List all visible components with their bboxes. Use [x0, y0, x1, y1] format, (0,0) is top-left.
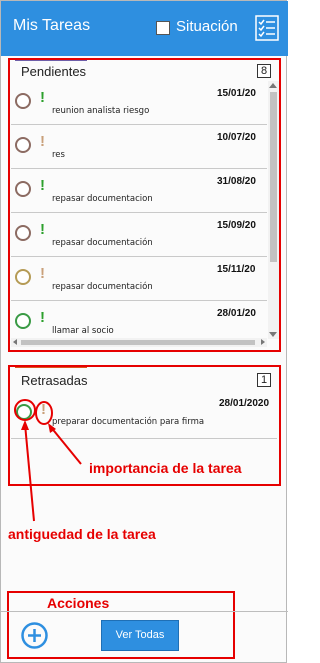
- app-window: Mis Tareas Situación Pendientes 8 ! 15/0…: [0, 0, 288, 663]
- task-text: repasar documentación: [52, 238, 153, 248]
- task-text: repasar documentacion: [52, 194, 153, 204]
- task-age-circle[interactable]: [16, 404, 32, 420]
- checklist-icon[interactable]: [255, 15, 279, 41]
- pendientes-title: Pendientes: [21, 64, 87, 79]
- task-text: repasar documentación: [52, 282, 153, 292]
- task-row[interactable]: ! 31/08/20 repasar documentacion: [11, 169, 267, 213]
- plus-circle-icon[interactable]: [21, 622, 48, 649]
- footer-divider: [1, 611, 288, 612]
- retrasadas-title: Retrasadas: [21, 373, 88, 388]
- view-all-button[interactable]: Ver Todas: [101, 620, 179, 651]
- task-date: 28/01/2020: [219, 398, 270, 409]
- task-text: res: [52, 150, 65, 160]
- task-date: 28/01/20: [217, 308, 256, 319]
- scroll-right-arrow-icon[interactable]: [261, 339, 265, 345]
- scroll-thumb[interactable]: [21, 340, 255, 345]
- task-text: reunion analista riesgo: [52, 106, 150, 116]
- task-date: 10/07/20: [217, 132, 256, 143]
- task-row[interactable]: ! 15/01/20 reunion analista riesgo: [11, 81, 267, 125]
- task-text: preparar documentación para firma: [52, 417, 205, 427]
- pendientes-vertical-scrollbar[interactable]: [268, 81, 279, 339]
- importance-icon: !: [40, 177, 45, 194]
- task-age-circle[interactable]: [15, 93, 31, 109]
- pendientes-list: ! 15/01/20 reunion analista riesgo ! 10/…: [11, 81, 267, 338]
- task-row[interactable]: ! 10/07/20 res: [11, 125, 267, 169]
- task-date: 31/08/20: [217, 176, 256, 187]
- task-row[interactable]: ! 15/11/20 repasar documentación: [11, 257, 267, 301]
- importance-annotation: importancia de la tarea: [89, 460, 242, 476]
- actions-annotation: Acciones: [47, 595, 110, 611]
- page-title: Mis Tareas: [13, 17, 91, 34]
- importance-icon: !: [40, 221, 45, 238]
- age-annotation: antiguedad de la tarea: [8, 526, 156, 542]
- task-date: 15/01/20: [217, 88, 256, 99]
- retrasadas-count-badge: 1: [257, 373, 271, 387]
- task-row[interactable]: ! 28/01/20 llamar al socio: [11, 301, 267, 338]
- pendientes-horizontal-scrollbar[interactable]: [11, 338, 267, 347]
- importance-icon: !: [40, 89, 45, 106]
- importance-icon: !: [40, 309, 45, 326]
- task-age-circle[interactable]: [15, 181, 31, 197]
- task-row[interactable]: ! 28/01/2020 preparar documentación para…: [11, 391, 277, 439]
- task-age-circle[interactable]: [15, 269, 31, 285]
- task-age-circle[interactable]: [15, 313, 31, 329]
- task-age-circle[interactable]: [15, 225, 31, 241]
- situacion-checkbox[interactable]: [156, 21, 170, 35]
- scroll-thumb[interactable]: [270, 92, 277, 262]
- retrasadas-list: ! 28/01/2020 preparar documentación para…: [11, 391, 277, 471]
- task-text: llamar al socio: [52, 326, 114, 336]
- importance-icon: !: [41, 401, 46, 418]
- importance-icon: !: [40, 133, 45, 150]
- situacion-checkbox-label[interactable]: Situación: [176, 18, 238, 35]
- scroll-left-arrow-icon[interactable]: [13, 339, 17, 345]
- task-date: 15/09/20: [217, 220, 256, 231]
- app-header: Mis Tareas Situación: [1, 1, 288, 56]
- scroll-up-arrow-icon[interactable]: [269, 83, 277, 88]
- task-row[interactable]: ! 15/09/20 repasar documentación: [11, 213, 267, 257]
- task-age-circle[interactable]: [15, 137, 31, 153]
- importance-icon: !: [40, 265, 45, 282]
- scroll-down-arrow-icon[interactable]: [269, 332, 277, 337]
- task-date: 15/11/20: [217, 264, 256, 275]
- pendientes-count-badge: 8: [257, 64, 271, 78]
